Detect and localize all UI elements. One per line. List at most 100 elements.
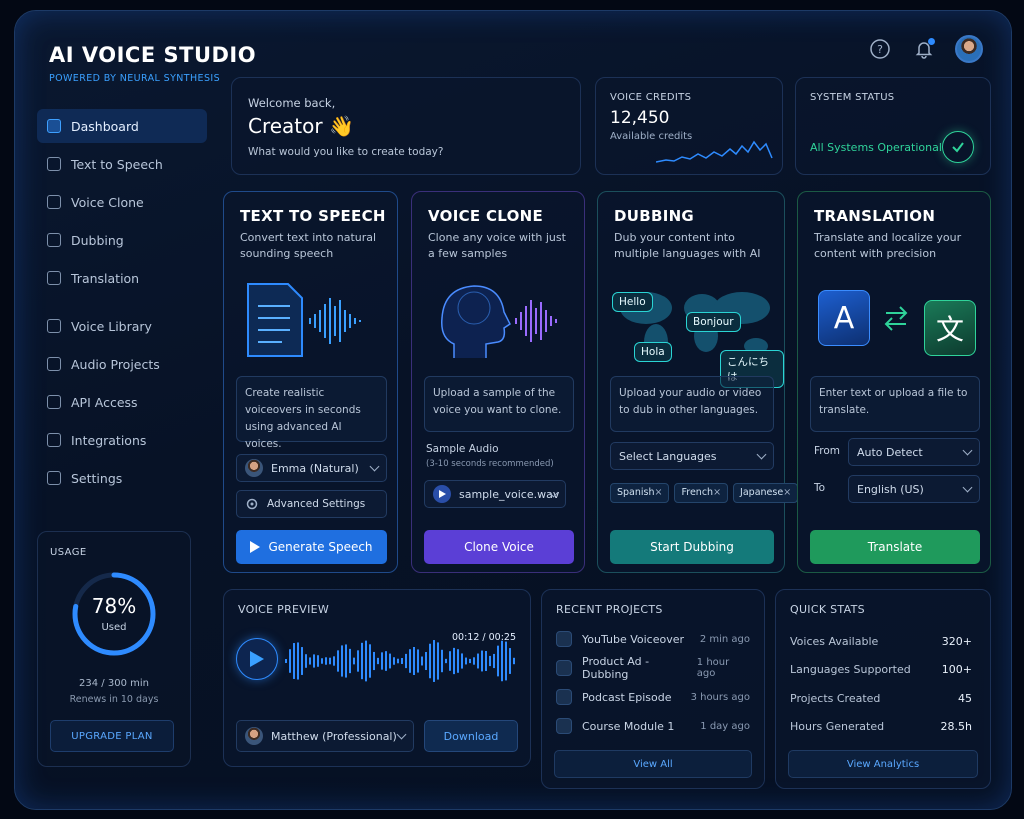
sidebar-item-label: Settings [71, 470, 123, 486]
project-row[interactable]: Product Ad - Dubbing 1 hour ago [556, 655, 750, 681]
help-icon[interactable]: ? [867, 36, 893, 62]
swap-arrows-icon[interactable] [882, 304, 910, 332]
sample-file-select[interactable]: sample_voice.wav [424, 480, 566, 508]
select-languages-label: Select Languages [619, 449, 717, 463]
translation-title: TRANSLATION [814, 207, 936, 225]
sidebar-item-settings[interactable]: Settings [37, 461, 207, 495]
sidebar-item-dashboard[interactable]: Dashboard [37, 109, 207, 143]
library-icon [47, 319, 61, 333]
language-chip[interactable]: Japanese × [733, 482, 799, 503]
source-language-icon: A [818, 290, 870, 346]
system-status-card: SYSTEM STATUS All Systems Operational [795, 77, 991, 175]
sidebar-item-audio-projects[interactable]: Audio Projects [37, 347, 207, 381]
chevron-down-icon [369, 461, 380, 472]
tts-title: TEXT TO SPEECH [240, 207, 386, 225]
dubbing-card: DUBBING Dub your content into multiple l… [597, 191, 799, 573]
sidebar-item-dubbing[interactable]: Dubbing [37, 223, 207, 257]
top-bar-icons: ? [867, 35, 983, 63]
preview-voice-select[interactable]: Matthew (Professional) [236, 720, 414, 752]
user-avatar[interactable] [955, 35, 983, 63]
upgrade-plan-button[interactable]: UPGRADE PLAN [50, 720, 174, 752]
project-icon [556, 718, 572, 734]
sidebar-item-voice-clone[interactable]: Voice Clone [37, 185, 207, 219]
chevron-down-icon [962, 445, 973, 456]
credits-title: VOICE CREDITS [610, 92, 692, 103]
voice-clone-card: VOICE CLONE Clone any voice with just a … [411, 191, 585, 573]
generate-speech-button[interactable]: Generate Speech [236, 530, 387, 564]
close-icon[interactable]: × [655, 487, 663, 498]
credits-value: 12,450 [610, 108, 670, 128]
to-label: To [814, 482, 826, 494]
project-name: Course Module 1 [582, 719, 675, 733]
play-icon[interactable] [433, 485, 451, 503]
app-subtitle: POWERED BY NEURAL SYNTHESIS [49, 73, 221, 84]
project-row[interactable]: YouTube Voiceover 2 min ago [556, 626, 750, 652]
sidebar-item-label: Voice Clone [71, 194, 144, 210]
app-window: AI VOICE STUDIO POWERED BY NEURAL SYNTHE… [14, 10, 1012, 810]
language-chip[interactable]: French × [674, 482, 729, 503]
download-button[interactable]: Download [424, 720, 518, 752]
clone-voice-button[interactable]: Clone Voice [424, 530, 574, 564]
head-wave-icon [441, 285, 557, 358]
clone-icon [47, 195, 61, 209]
usage-used-label: Used [101, 622, 127, 633]
tts-voice-select[interactable]: Emma (Natural) [236, 454, 387, 482]
project-icon [556, 689, 572, 705]
sidebar: Dashboard Text to Speech Voice Clone Dubbin… [37, 109, 207, 499]
start-dubbing-button[interactable]: Start Dubbing [610, 530, 774, 564]
sidebar-item-label: Text to Speech [71, 156, 163, 172]
sidebar-item-text-to-speech[interactable]: Text to Speech [37, 147, 207, 181]
welcome-greeting: Welcome back, [248, 96, 336, 110]
chevron-down-icon [756, 449, 767, 460]
welcome-prompt: What would you like to create today? [248, 146, 444, 158]
translate-button[interactable]: Translate [810, 530, 980, 564]
close-icon[interactable]: × [713, 487, 721, 498]
usage-renews: Renews in 10 days [69, 694, 159, 705]
stat-label: Projects Created [790, 691, 881, 705]
dubbing-icon [47, 233, 61, 247]
tts-card: TEXT TO SPEECH Convert text into natural… [223, 191, 398, 573]
sidebar-item-translation[interactable]: Translation [37, 261, 207, 295]
brand: AI VOICE STUDIO POWERED BY NEURAL SYNTHE… [49, 43, 256, 84]
sidebar-item-api-access[interactable]: API Access [37, 385, 207, 419]
play-button[interactable] [236, 638, 278, 680]
view-all-button[interactable]: View All [554, 750, 752, 778]
tts-desc: Convert text into natural sounding speec… [240, 231, 377, 260]
play-icon [250, 541, 261, 553]
dubbing-info: Upload your audio or video to dub in oth… [610, 376, 774, 432]
advanced-settings-select[interactable]: Advanced Settings [236, 490, 387, 518]
language-chip-label: Spanish [617, 487, 655, 498]
waveform [285, 640, 515, 682]
stat-value: 320+ [941, 634, 972, 648]
sidebar-item-label: Integrations [71, 432, 147, 448]
stat-row: Projects Created 45 [790, 687, 972, 709]
project-icon [556, 660, 572, 676]
system-status-text: All Systems Operational [810, 141, 942, 154]
speech-bubble: Hello [612, 292, 653, 312]
usage-ring: 78% Used [70, 570, 158, 658]
bell-icon[interactable] [911, 36, 937, 62]
view-analytics-button[interactable]: View Analytics [788, 750, 978, 778]
sample-audio-hint: (3-10 seconds recommended) [426, 459, 554, 469]
project-icon [556, 631, 572, 647]
sidebar-item-label: Voice Library [71, 318, 152, 334]
stat-value: 100+ [941, 663, 972, 676]
to-language-value: English (US) [857, 482, 924, 496]
to-language-select[interactable]: English (US) [848, 475, 980, 503]
language-chip-label: Japanese [740, 487, 784, 498]
stat-value: 28.5h [940, 720, 972, 733]
close-icon[interactable]: × [783, 487, 791, 498]
sidebar-item-voice-library[interactable]: Voice Library [37, 309, 207, 343]
quick-stats-card: QUICK STATS Voices Available 320+ Language… [775, 589, 991, 789]
project-row[interactable]: Course Module 1 1 day ago [556, 713, 750, 739]
projects-title: RECENT PROJECTS [556, 603, 663, 616]
stat-label: Hours Generated [790, 720, 885, 733]
language-chip[interactable]: Spanish × [610, 482, 670, 503]
chevron-down-icon [962, 482, 973, 493]
select-languages-dropdown[interactable]: Select Languages [610, 442, 774, 470]
speech-bubble: Bonjour [686, 312, 741, 332]
target-language-icon: 文 [924, 300, 976, 356]
project-row[interactable]: Podcast Episode 3 hours ago [556, 684, 750, 710]
from-language-select[interactable]: Auto Detect [848, 438, 980, 466]
sidebar-item-integrations[interactable]: Integrations [37, 423, 207, 457]
